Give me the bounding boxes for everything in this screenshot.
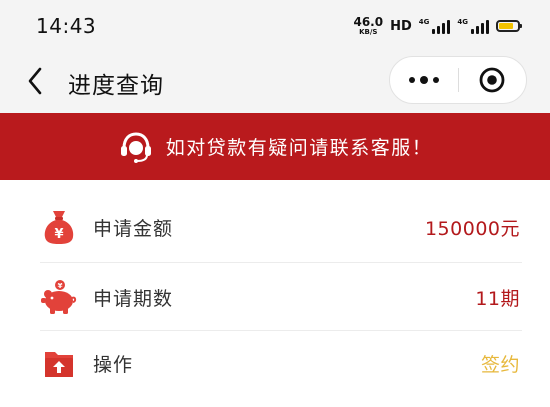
more-button[interactable] (390, 57, 458, 103)
periods-value: 11期 (475, 288, 520, 310)
sign-button[interactable]: 签约 (481, 350, 520, 377)
signal-2-icon: 4G (457, 18, 489, 34)
row-divider (40, 262, 522, 263)
target-circle-icon (479, 67, 505, 93)
list-item-amount: ¥ 申请金额 150000元 (0, 194, 550, 262)
amount-label: 申请金额 (93, 218, 174, 240)
status-indicators: 46.0 KB/S HD 4G 4G (353, 15, 522, 37)
signal-1-icon: 4G (419, 18, 451, 34)
action-label: 操作 (93, 354, 134, 376)
nav-bar: 进度查询 (0, 52, 550, 110)
customer-service-headset-icon (120, 131, 151, 163)
status-time: 14:43 (36, 14, 97, 38)
status-bar: 14:43 46.0 KB/S HD 4G 4G (0, 0, 550, 52)
mini-program-capsule (389, 56, 527, 104)
loan-info-card: ¥ 申请金额 150000元 ¥ 申请期数 11期 操作 签约 (0, 180, 550, 407)
banner-text: 如对贷款有疑问请联系客服！ (165, 137, 433, 159)
signal-2-tag: 4G (457, 18, 468, 26)
more-dots-icon (408, 76, 439, 84)
network-speed-unit: KB/S (359, 28, 378, 36)
close-button[interactable] (459, 57, 527, 103)
network-speed: 46.0 KB/S (353, 16, 383, 36)
svg-text:¥: ¥ (58, 282, 63, 290)
periods-label: 申请期数 (93, 288, 174, 310)
battery-icon (496, 20, 522, 32)
list-item-periods: ¥ 申请期数 11期 (0, 264, 550, 332)
svg-text:¥: ¥ (54, 227, 63, 242)
upload-folder-icon (40, 344, 78, 382)
back-button[interactable] (18, 64, 52, 98)
list-item-action: 操作 签约 (0, 330, 550, 398)
chevron-left-icon (28, 67, 42, 95)
battery-fill (499, 23, 514, 29)
customer-service-banner[interactable]: 如对贷款有疑问请联系客服！ (0, 113, 550, 180)
money-bag-icon: ¥ (40, 208, 78, 246)
amount-value: 150000元 (424, 218, 520, 240)
network-speed-value: 46.0 (353, 15, 384, 29)
piggy-bank-icon: ¥ (40, 278, 78, 316)
hd-badge: HD (390, 18, 412, 34)
page-title: 进度查询 (68, 73, 164, 99)
signal-1-tag: 4G (418, 18, 430, 26)
